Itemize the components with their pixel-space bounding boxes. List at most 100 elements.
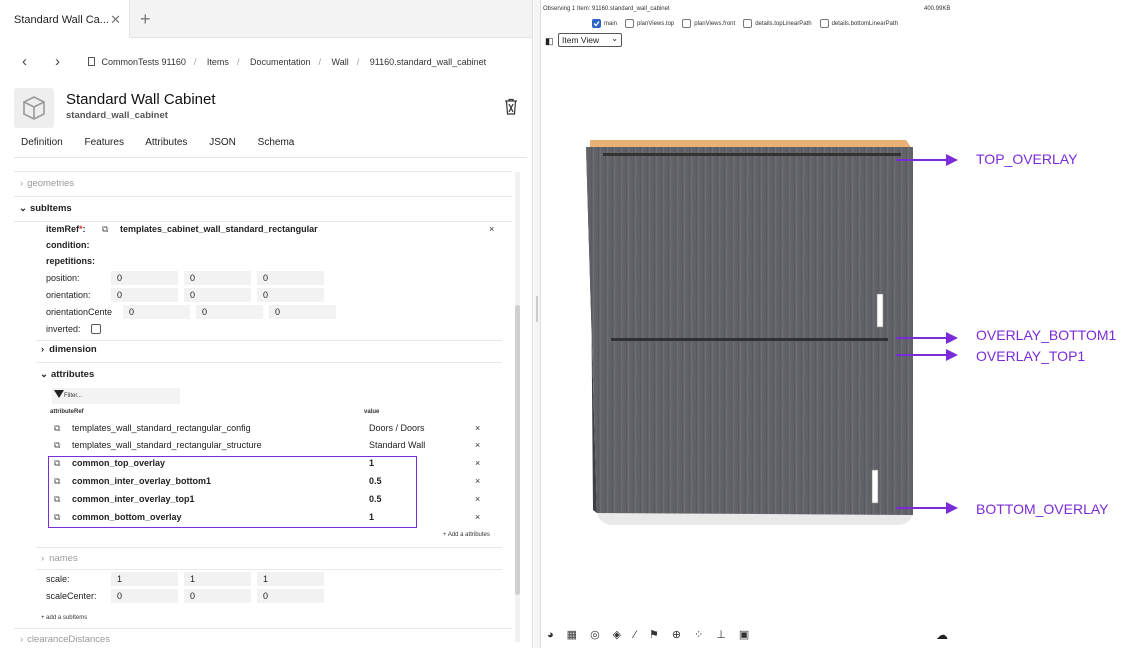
orientation-center-label: orientationCente — [46, 307, 113, 317]
new-tab-button[interactable]: + — [140, 9, 151, 30]
scale-center-z-input[interactable]: 0 — [257, 589, 324, 603]
arrow-line — [896, 159, 946, 161]
top-door-edge — [603, 153, 901, 156]
tab-features[interactable]: Features — [84, 137, 123, 148]
scale-center-y-input[interactable]: 0 — [184, 589, 251, 603]
orientation-center-x-input[interactable]: 0 — [123, 305, 190, 319]
flag-icon[interactable]: ⚑ — [649, 629, 672, 641]
chevron-right-icon: › — [20, 178, 24, 189]
inverted-label: inverted: — [46, 324, 81, 334]
orientation-x-input[interactable]: 0 — [111, 288, 178, 302]
top-overlay-annotation: TOP_OVERLAY — [976, 151, 1078, 167]
attribute-filter-input[interactable]: Filter... — [52, 388, 180, 404]
scrollbar-thumb[interactable] — [515, 305, 520, 595]
delete-icon[interactable] — [503, 98, 519, 121]
remove-attribute-button[interactable]: × — [475, 476, 480, 486]
attribute-value[interactable]: Standard Wall — [369, 440, 425, 450]
link-icon[interactable]: ⧉ — [54, 423, 60, 434]
subitems-section[interactable]: ⌄ subItems — [19, 203, 72, 214]
arrow-line — [896, 354, 946, 356]
tab-bar: Standard Wall Ca... ✕ + — [0, 0, 532, 38]
hierarchy-icon[interactable]: ⊥ — [716, 629, 739, 641]
clearance-section[interactable]: › clearanceDistances — [20, 634, 110, 645]
brush-icon[interactable]: ∕ — [634, 629, 649, 641]
target-icon[interactable]: ⊕ — [672, 629, 694, 641]
scale-y-input[interactable]: 1 — [184, 572, 251, 586]
overlay-highlight-box — [48, 456, 417, 528]
breadcrumb-item[interactable]: Wall — [332, 57, 349, 67]
box-icon[interactable]: ◈ — [613, 629, 634, 641]
attribute-value[interactable]: Doors / Doors — [369, 423, 425, 433]
remove-attribute-button[interactable]: × — [475, 458, 480, 468]
compass-icon[interactable]: ◎ — [590, 629, 613, 641]
tab-json[interactable]: JSON — [209, 137, 236, 148]
cloud-download-icon[interactable]: ☁ — [936, 628, 948, 642]
overlay-bottom1-annotation: OVERLAY_BOTTOM1 — [976, 327, 1117, 343]
chevron-down-icon: ⌄ — [40, 369, 48, 380]
grid-icon[interactable]: ▦ — [567, 629, 590, 641]
remove-attribute-button[interactable]: × — [475, 494, 480, 504]
position-label: position: — [46, 273, 80, 283]
position-y-input[interactable]: 0 — [184, 271, 251, 285]
attributeref-column-header: attributeRef — [50, 409, 84, 415]
orientation-z-input[interactable]: 0 — [257, 288, 324, 302]
dimension-section[interactable]: › dimension — [41, 344, 97, 355]
tab-divider — [14, 157, 527, 158]
dots-grid-icon[interactable]: ⁘ — [694, 629, 716, 641]
tab-definition[interactable]: Definition — [21, 137, 63, 148]
breadcrumb-item[interactable]: 91160.standard_wall_cabinet — [370, 57, 486, 67]
breadcrumb-item[interactable]: Documentation — [250, 57, 311, 67]
attributes-section[interactable]: ⌄ attributes — [40, 369, 94, 380]
link-icon[interactable]: ⧉ — [54, 440, 60, 451]
geometries-section[interactable]: › geometries — [20, 178, 74, 189]
cube-icon — [23, 96, 45, 120]
forward-button[interactable]: › — [55, 53, 60, 70]
scale-center-x-input[interactable]: 0 — [111, 589, 178, 603]
tab-attributes[interactable]: Attributes — [145, 137, 187, 148]
orientation-center-z-input[interactable]: 0 — [269, 305, 336, 319]
arrow-head-icon — [946, 349, 958, 361]
upper-handle — [876, 293, 884, 328]
remove-itemref-button[interactable]: × — [489, 224, 494, 234]
breadcrumb-item[interactable]: CommonTests 91160 — [102, 57, 186, 67]
add-subitems-button[interactable]: + add a subItems — [41, 615, 87, 621]
lower-handle — [871, 469, 879, 504]
chevron-right-icon: › — [41, 344, 45, 355]
door-split-line — [611, 338, 888, 341]
remove-attribute-button[interactable]: × — [475, 512, 480, 522]
definition-panel: Standard Wall Ca... ✕ + ‹ › CommonTests … — [0, 0, 533, 648]
orientation-y-input[interactable]: 0 — [184, 288, 251, 302]
scale-center-label: scaleCenter: — [46, 591, 97, 601]
remove-attribute-button[interactable]: × — [475, 440, 480, 450]
arrow-line — [896, 507, 946, 509]
position-x-input[interactable]: 0 — [111, 271, 178, 285]
chevron-down-icon: ⌄ — [19, 203, 27, 214]
names-section[interactable]: › names — [41, 553, 78, 564]
palette-icon[interactable]: ◕ — [547, 629, 567, 641]
value-column-header: value — [364, 409, 380, 415]
scale-z-input[interactable]: 1 — [257, 572, 324, 586]
position-z-input[interactable]: 0 — [257, 271, 324, 285]
tab-schema[interactable]: Schema — [258, 137, 295, 148]
orientation-center-y-input[interactable]: 0 — [196, 305, 263, 319]
attribute-ref[interactable]: templates_wall_standard_rectangular_conf… — [72, 423, 251, 433]
itemref-value[interactable]: templates_cabinet_wall_standard_rectangu… — [120, 224, 318, 234]
attribute-ref[interactable]: templates_wall_standard_rectangular_stru… — [72, 440, 262, 450]
scale-x-input[interactable]: 1 — [111, 572, 178, 586]
editor-tab[interactable]: Standard Wall Ca... ✕ — [0, 0, 130, 38]
back-button[interactable]: ‹ — [22, 53, 27, 70]
editor-tab-title: Standard Wall Ca... — [14, 14, 109, 26]
link-icon[interactable]: ⧉ — [102, 224, 108, 235]
viewer-toolbar: ◕▦◎◈∕⚑⊕⁘⊥▣ — [547, 628, 762, 641]
cabinet-3d-view[interactable] — [541, 0, 964, 648]
viewer-panel: Observing 1 Item: 91160.standard_wall_ca… — [540, 0, 963, 648]
add-attributes-button[interactable]: + Add a attributes — [443, 532, 490, 538]
images-icon[interactable]: ▣ — [739, 629, 762, 641]
item-thumbnail — [14, 88, 54, 128]
document-icon — [88, 57, 95, 66]
close-icon[interactable]: ✕ — [110, 12, 121, 28]
inverted-checkbox[interactable] — [91, 324, 101, 334]
arrow-head-icon — [946, 502, 958, 514]
remove-attribute-button[interactable]: × — [475, 423, 480, 433]
breadcrumb-item[interactable]: Items — [207, 57, 229, 67]
